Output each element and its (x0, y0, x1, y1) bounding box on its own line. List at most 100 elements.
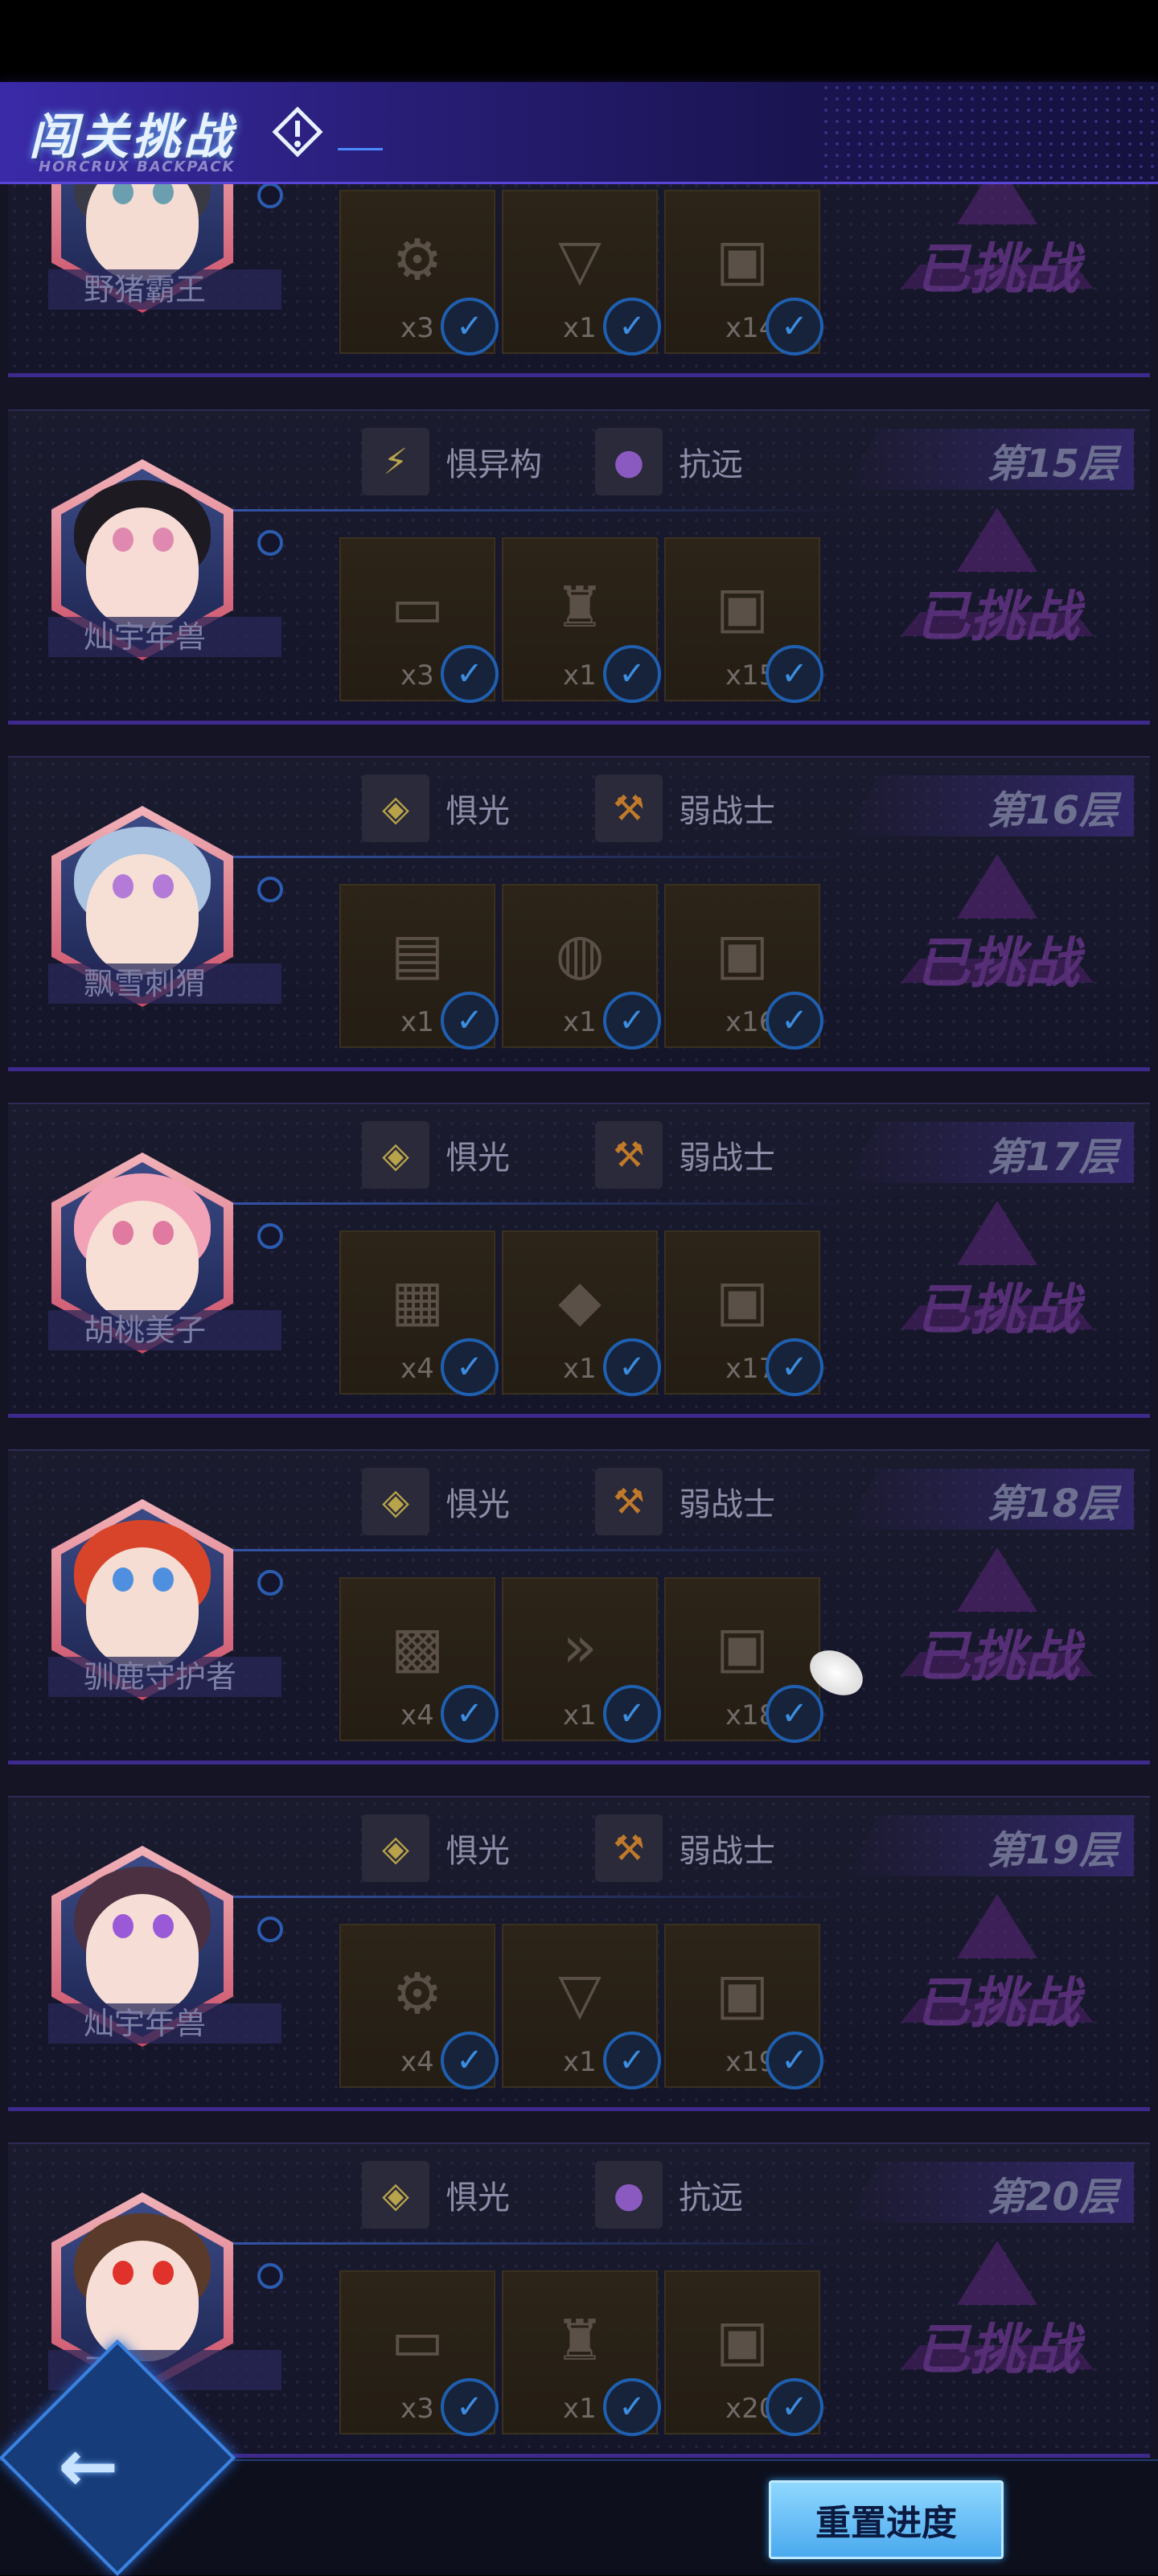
claimed-check-icon: ✓ (766, 645, 823, 703)
claimed-check-icon: ✓ (766, 298, 823, 355)
boss-avatar[interactable]: 飘雪刺猬 (42, 806, 281, 1031)
boss-name: 野猪霸王 (48, 269, 281, 310)
claimed-check-icon: ✓ (603, 2378, 661, 2436)
mech-parts-icon: ⚙ (392, 227, 443, 293)
connector-node (257, 1917, 283, 1942)
reward-item[interactable]: ⚙ x4 ✓ (339, 1924, 499, 2089)
boss-avatar[interactable]: 灿宇年兽 (42, 459, 281, 684)
reward-item[interactable]: ◆ x1 ✓ (502, 1230, 661, 1396)
reward-quantity: x1 (563, 1006, 597, 1038)
connector-node (257, 1223, 283, 1249)
light-diamond-icon: ◈ (362, 1121, 429, 1189)
light-diamond-icon: ◈ (362, 1814, 429, 1882)
challenged-label: 已挑战 (914, 1625, 1079, 1689)
chip-cube-icon: ▣ (715, 2307, 770, 2373)
reward-quantity: x4 (400, 2046, 434, 2078)
reward-quantity: x4 (400, 1699, 434, 1732)
trait-name: 惧光 (446, 1833, 510, 1870)
chip-cube-icon: ▣ (715, 227, 770, 293)
challenged-stamp: 已挑战 (893, 184, 1102, 337)
boss-name: 灿宇年兽 (48, 2003, 281, 2044)
reward-item[interactable]: ▦ x4 ✓ (339, 1230, 499, 1396)
trait-divider (217, 856, 852, 858)
reward-item[interactable]: ▣ x170 ✓ (664, 1230, 823, 1396)
reward-item[interactable]: ♜ x1 ✓ (502, 2270, 661, 2436)
grape-icon: ● (595, 2161, 663, 2229)
boss-avatar[interactable]: 野猪霸王 (42, 184, 281, 337)
reward-quantity: x1 (563, 1699, 597, 1732)
ticket-icon: ▭ (390, 574, 445, 640)
trait-tag: ⚒ 弱战士 (595, 1814, 775, 1883)
claimed-check-icon: ✓ (603, 2032, 661, 2089)
chip-cube-icon: ▣ (715, 574, 770, 640)
slash-icon: ⚡ (362, 428, 429, 495)
avatar-face (86, 507, 199, 628)
avatar-eye (153, 1567, 174, 1592)
avatar-eye (153, 528, 174, 552)
food-plate-icon: ◍ (555, 921, 605, 987)
trait-name: 抗远 (679, 2180, 743, 2217)
reward-item[interactable]: ◍ x1 ✓ (502, 884, 661, 1050)
reward-item[interactable]: ▣ x180 ✓ (664, 1577, 823, 1743)
back-button[interactable]: ← (0, 2339, 236, 2576)
reward-item[interactable]: ▣ x160 ✓ (664, 884, 823, 1050)
floor-card: 第17层 ◈ 惧光 ⚒ 弱战士 ▦ x4 ✓ ◆ x1 ✓ ▣ x170 ✓ 已挑战 胡桃美子 (8, 1103, 1150, 1418)
boss-avatar[interactable]: 驯鹿守护者 (42, 1499, 281, 1724)
chef-hat-icon: ♜ (554, 2307, 606, 2373)
boss-avatar[interactable]: 灿宇年兽 (42, 1846, 281, 2071)
reward-quantity: x1 (563, 2046, 597, 2078)
avatar-face (86, 1894, 199, 2015)
connector-node (257, 1570, 283, 1596)
light-diamond-icon: ◈ (362, 2161, 429, 2229)
stamp-triangle-icon (957, 1547, 1037, 1612)
avatar-eye (113, 1567, 133, 1592)
reward-item[interactable]: ▭ x3 ✓ (339, 537, 499, 703)
challenged-label: 已挑战 (914, 2319, 1079, 2382)
trait-name: 惧光 (446, 2180, 510, 2217)
chest-icon: ▦ (390, 1267, 445, 1333)
claimed-check-icon: ✓ (441, 1338, 499, 1396)
floor-card: 第16层 ◈ 惧光 ⚒ 弱战士 ▤ x1 ✓ ◍ x1 ✓ ▣ x160 ✓ 已挑战 飘雪刺猬 (8, 756, 1150, 1071)
claimed-check-icon: ✓ (441, 298, 499, 355)
trait-divider (217, 509, 852, 512)
stamp-triangle-icon (957, 1894, 1037, 1958)
reward-item[interactable]: ▭ x3 ✓ (339, 2270, 499, 2436)
core-device-icon: ▽ (558, 1961, 602, 2027)
reward-item[interactable]: ▽ x1 ✓ (502, 190, 661, 355)
reward-item[interactable]: ▤ x1 ✓ (339, 884, 499, 1050)
reset-progress-button[interactable]: 重置进度 (769, 2480, 1004, 2559)
claimed-check-icon: ✓ (441, 2378, 499, 2436)
claimed-check-icon: ✓ (766, 1685, 823, 1743)
reward-quantity: x1 (563, 312, 597, 344)
reward-item[interactable]: ▣ x200 ✓ (664, 2270, 823, 2436)
challenged-stamp: 已挑战 (893, 854, 1102, 1031)
stamp-triangle-icon (957, 854, 1037, 918)
floor-label: 第20层 (987, 2175, 1118, 2220)
claimed-check-icon: ✓ (766, 2032, 823, 2089)
reward-item[interactable]: ▣ x140 ✓ (664, 190, 823, 355)
reward-item[interactable]: ▣ x150 ✓ (664, 537, 823, 703)
trait-name: 弱战士 (679, 1140, 775, 1177)
avatar-face (86, 1201, 199, 1321)
reward-item[interactable]: ▩ x4 ✓ (339, 1577, 499, 1743)
reward-item[interactable]: ♜ x1 ✓ (502, 537, 661, 703)
avatar-eye (113, 874, 133, 898)
chef-hat-icon: ♜ (554, 574, 606, 640)
hammer-icon: ⚒ (595, 1121, 663, 1189)
reward-item[interactable]: ⚙ x3 ✓ (339, 190, 499, 355)
floor-list[interactable]: ⚙ x3 ✓ ▽ x1 ✓ ▣ x140 ✓ 已挑战 野猪霸王 第15层 ⚡ 惧异构 ● 抗远 ▭ x3 ✓ ♜ x1 ✓… (0, 184, 1158, 2574)
boss-avatar[interactable]: 胡桃美子 (42, 1152, 281, 1378)
challenged-stamp: 已挑战 (893, 507, 1102, 684)
reward-quantity: x4 (400, 1353, 434, 1385)
floor-label: 第19层 (987, 1828, 1118, 1873)
hammer-icon: ⚒ (595, 1468, 663, 1535)
reward-item[interactable]: ▣ x190 ✓ (664, 1924, 823, 2089)
trait-name: 抗远 (679, 446, 743, 483)
boss-name: 驯鹿守护者 (48, 1657, 281, 1697)
avatar-eye (153, 1221, 174, 1245)
reward-item[interactable]: ▽ x1 ✓ (502, 1924, 661, 2089)
boss-name: 胡桃美子 (48, 1310, 281, 1350)
trait-name: 弱战士 (679, 1486, 775, 1523)
reward-item[interactable]: » x1 ✓ (502, 1577, 661, 1743)
trait-name: 惧光 (446, 793, 510, 830)
